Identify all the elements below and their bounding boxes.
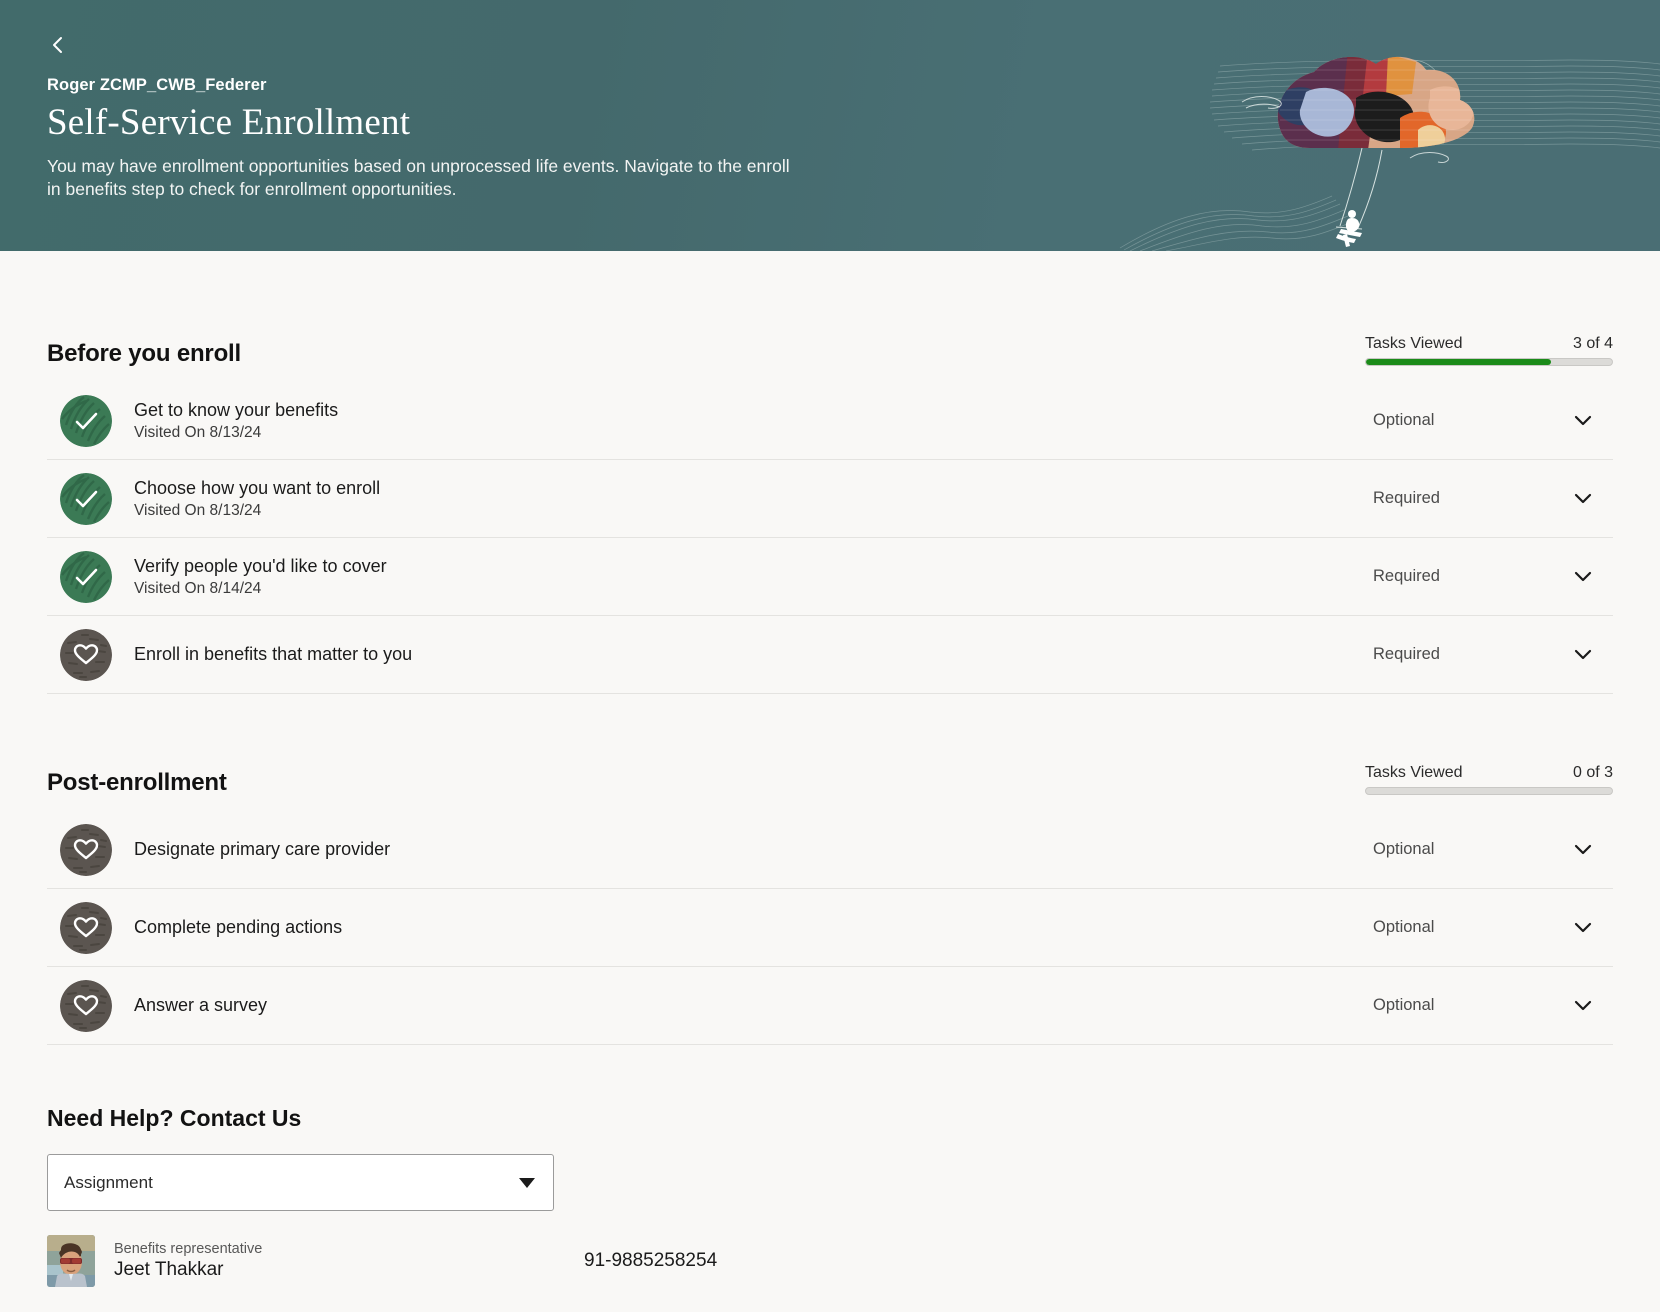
task-row[interactable]: Answer a survey Optional	[47, 967, 1613, 1045]
expand-task-button[interactable]	[1553, 648, 1613, 661]
chevron-down-icon	[1574, 415, 1592, 426]
expand-task-button[interactable]	[1553, 570, 1613, 583]
task-row[interactable]: Designate primary care provider Optional	[47, 811, 1613, 889]
chevron-left-icon	[53, 37, 62, 53]
chevron-down-icon	[1574, 922, 1592, 933]
progress-label: Tasks Viewed	[1365, 764, 1463, 781]
task-text: Enroll in benefits that matter to you	[134, 643, 1373, 666]
task-label: Complete pending actions	[134, 917, 343, 938]
green-check-circle-icon	[60, 394, 112, 447]
contact-name: Jeet Thakkar	[114, 1259, 224, 1280]
task-row[interactable]: Verify people you'd like to cover Visite…	[47, 538, 1613, 616]
gray-heart-circle-icon	[60, 979, 112, 1032]
avatar	[47, 1235, 95, 1287]
progress-track	[1365, 787, 1613, 795]
progress-count: 0 of 3	[1572, 764, 1613, 781]
chevron-down-icon	[1574, 1000, 1592, 1011]
contact-phone[interactable]: 91-9885258254	[584, 1250, 717, 1272]
chevron-down-icon	[1574, 844, 1592, 855]
caret-down-icon	[519, 1177, 535, 1188]
chevron-down-icon	[1574, 571, 1592, 582]
task-text: Choose how you want to enroll Visited On…	[134, 477, 1373, 520]
task-status: Optional	[1373, 840, 1435, 858]
progress-label: Tasks Viewed	[1365, 335, 1463, 352]
task-status: Required	[1373, 645, 1440, 663]
expand-task-button[interactable]	[1553, 843, 1613, 856]
assignment-select[interactable]: Assignment	[47, 1154, 554, 1211]
gray-heart-circle-icon	[60, 823, 112, 876]
page-description: You may have enrollment opportunities ba…	[47, 155, 790, 200]
task-status: Required	[1373, 489, 1440, 507]
task-label: Enroll in benefits that matter to you	[134, 644, 413, 665]
task-status: Optional	[1373, 996, 1435, 1014]
expand-task-button[interactable]	[1553, 921, 1613, 934]
task-label: Designate primary care provider	[134, 839, 391, 860]
task-row[interactable]: Choose how you want to enroll Visited On…	[47, 460, 1613, 538]
tasks-viewed-progress: Tasks Viewed 3 of 4	[1365, 335, 1613, 368]
contact-person-row: Benefits representative Jeet Thakkar 91-…	[47, 1235, 1613, 1287]
contact-info: Benefits representative Jeet Thakkar	[114, 1241, 584, 1281]
task-label: Get to know your benefits	[134, 400, 339, 421]
assignment-select-value: Assignment	[64, 1172, 153, 1192]
task-status: Optional	[1373, 411, 1435, 429]
progress-fill	[1366, 359, 1551, 365]
page-header: Roger ZCMP_CWB_Federer Self-Service Enro…	[0, 0, 1660, 251]
task-list-post-enrollment: Designate primary care provider Optional	[47, 811, 1613, 1045]
task-list-before-you-enroll: Get to know your benefits Visited On 8/1…	[47, 382, 1613, 694]
gray-heart-circle-icon	[60, 628, 112, 681]
tasks-viewed-progress: Tasks Viewed 0 of 3	[1365, 764, 1613, 797]
section-header-post-enrollment: Post-enrollment Tasks Viewed 0 of 3	[47, 694, 1613, 797]
task-row[interactable]: Complete pending actions Optional	[47, 889, 1613, 967]
contact-section-title: Need Help? Contact Us	[47, 1105, 302, 1131]
expand-task-button[interactable]	[1553, 999, 1613, 1012]
back-button[interactable]	[41, 28, 75, 62]
task-label: Choose how you want to enroll	[134, 478, 381, 499]
task-sublabel: Visited On 8/13/24	[134, 501, 262, 519]
task-label: Verify people you'd like to cover	[134, 556, 387, 577]
task-text: Verify people you'd like to cover Visite…	[134, 555, 1373, 598]
section-title: Before you enroll	[47, 340, 241, 367]
section-header-before-you-enroll: Before you enroll Tasks Viewed 3 of 4	[47, 251, 1613, 368]
gray-heart-circle-icon	[60, 901, 112, 954]
task-status: Required	[1373, 567, 1440, 585]
main-content: Before you enroll Tasks Viewed 3 of 4 Ge…	[0, 251, 1660, 1287]
section-title: Post-enrollment	[47, 769, 227, 796]
task-sublabel: Visited On 8/13/24	[134, 423, 262, 441]
contact-role: Benefits representative	[114, 1241, 263, 1257]
chevron-down-icon	[1574, 493, 1592, 504]
task-status: Optional	[1373, 918, 1435, 936]
task-sublabel: Visited On 8/14/24	[134, 579, 262, 597]
task-text: Complete pending actions	[134, 916, 1373, 939]
green-check-circle-icon	[60, 472, 112, 525]
task-row[interactable]: Get to know your benefits Visited On 8/1…	[47, 382, 1613, 460]
chevron-down-icon	[1574, 649, 1592, 660]
expand-task-button[interactable]	[1553, 492, 1613, 505]
task-text: Designate primary care provider	[134, 838, 1373, 861]
green-check-circle-icon	[60, 550, 112, 603]
progress-count: 3 of 4	[1572, 335, 1613, 352]
task-text: Answer a survey	[134, 994, 1373, 1017]
task-label: Answer a survey	[134, 995, 268, 1016]
page-title: Self-Service Enrollment	[47, 102, 411, 143]
task-text: Get to know your benefits Visited On 8/1…	[134, 399, 1373, 442]
progress-track	[1365, 358, 1613, 366]
expand-task-button[interactable]	[1553, 414, 1613, 427]
task-row[interactable]: Enroll in benefits that matter to you Re…	[47, 616, 1613, 694]
breadcrumb: Roger ZCMP_CWB_Federer	[47, 76, 267, 94]
